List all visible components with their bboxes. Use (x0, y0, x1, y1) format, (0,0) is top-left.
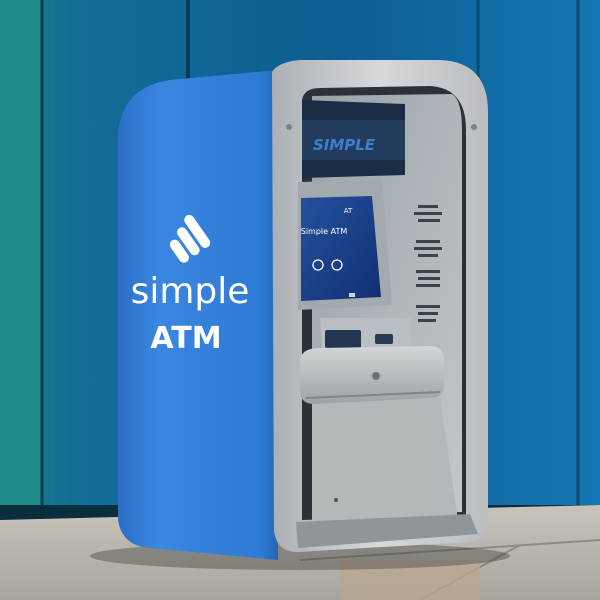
card-slot[interactable] (325, 330, 361, 348)
top-panel-text: SIMPLE (313, 136, 376, 154)
brand-name: simple (131, 271, 250, 312)
frame-screw (471, 124, 477, 130)
receipt-slot[interactable] (375, 334, 393, 344)
atm-illustration: simple ATM SIMPLE AT Simple ATM (0, 0, 600, 600)
atm-screen (301, 196, 381, 301)
screen-title: Simple ATM (301, 227, 348, 236)
atm-photo-scene: simple ATM SIMPLE AT Simple ATM (0, 0, 600, 600)
brand-atm: ATM (150, 321, 221, 356)
wall-panel-left (0, 0, 42, 520)
frame-screw (286, 124, 292, 130)
lower-cavity (312, 398, 458, 522)
kiosk-blue-side (118, 70, 278, 560)
dispenser-button[interactable] (372, 372, 380, 380)
screen-corner-text: AT (344, 207, 353, 215)
screen-indicator (349, 293, 355, 297)
cavity-screw (334, 498, 338, 502)
